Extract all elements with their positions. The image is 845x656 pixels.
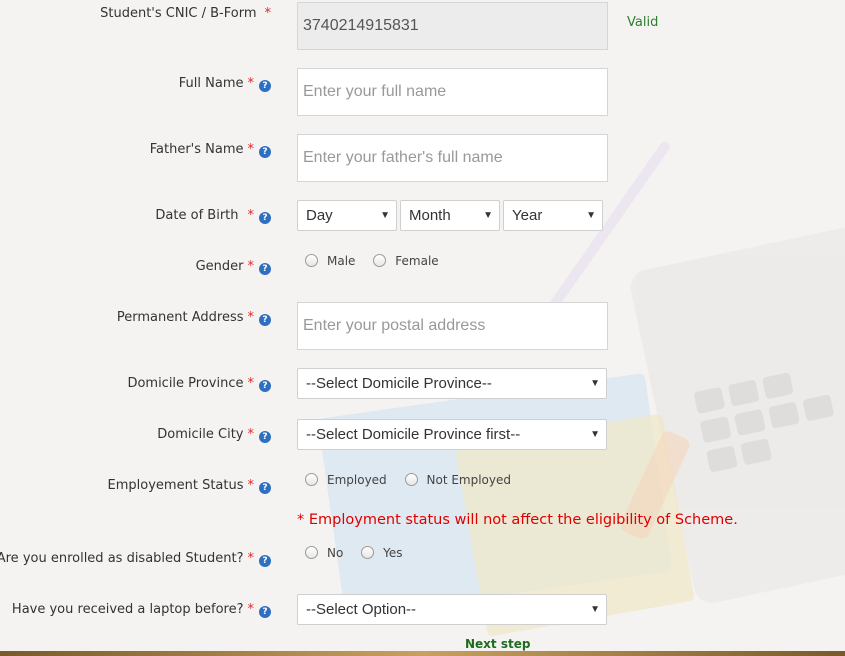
- triangle-down-icon: ▼: [380, 210, 390, 221]
- full-name-label: Full Name *?: [179, 76, 271, 92]
- required-asterisk: *: [247, 310, 255, 325]
- employment-note: * Employment status will not affect the …: [297, 512, 738, 528]
- employment-option-not-employed[interactable]: Not Employed: [404, 473, 511, 487]
- laptop-label: Have you received a laptop before? *?: [12, 602, 271, 618]
- bottom-bar: [0, 651, 845, 656]
- required-asterisk: *: [247, 427, 255, 442]
- radio-button[interactable]: [305, 473, 318, 486]
- triangle-down-icon: ▼: [590, 378, 600, 389]
- disabled-radio-group: No Yes: [305, 546, 417, 560]
- help-icon[interactable]: ?: [259, 606, 271, 618]
- help-icon[interactable]: ?: [259, 555, 271, 567]
- help-icon[interactable]: ?: [259, 482, 271, 494]
- required-asterisk: *: [264, 6, 272, 21]
- domicile-province-select[interactable]: --Select Domicile Province-- ▼: [297, 368, 607, 399]
- required-asterisk: *: [247, 142, 255, 157]
- triangle-down-icon: ▼: [590, 604, 600, 615]
- dob-year-select[interactable]: Year ▼: [503, 200, 603, 231]
- cnic-input[interactable]: 3740214915831: [297, 2, 608, 50]
- laptop-select[interactable]: --Select Option-- ▼: [297, 594, 607, 625]
- domicile-province-label: Domicile Province *?: [127, 376, 271, 392]
- disabled-label: Are you enrolled as disabled Student? *?: [0, 551, 271, 567]
- employment-radio-group: Employed Not Employed: [305, 473, 525, 487]
- radio-button[interactable]: [404, 473, 418, 486]
- background-book-image: [317, 373, 673, 617]
- gender-option-female[interactable]: Female: [373, 254, 439, 268]
- gender-label: Gender *?: [196, 259, 271, 275]
- gender-option-male[interactable]: Male: [305, 254, 355, 268]
- radio-button[interactable]: [361, 546, 375, 559]
- address-input[interactable]: Enter your postal address: [297, 302, 608, 350]
- radio-button[interactable]: [305, 546, 318, 559]
- dob-label: Date of Birth *?: [155, 208, 271, 224]
- radio-button[interactable]: [305, 254, 318, 267]
- required-asterisk: *: [247, 76, 255, 91]
- required-asterisk: *: [247, 376, 255, 391]
- triangle-down-icon: ▼: [483, 210, 493, 221]
- help-icon[interactable]: ?: [259, 80, 271, 92]
- employment-label: Employement Status *?: [108, 478, 271, 494]
- help-icon[interactable]: ?: [259, 431, 271, 443]
- help-icon[interactable]: ?: [259, 146, 271, 158]
- triangle-down-icon: ▼: [586, 210, 596, 221]
- disabled-option-yes[interactable]: Yes: [361, 546, 403, 560]
- domicile-city-select[interactable]: --Select Domicile Province first-- ▼: [297, 419, 607, 450]
- help-icon[interactable]: ?: [259, 263, 271, 275]
- required-asterisk: *: [247, 551, 255, 566]
- help-icon[interactable]: ?: [259, 314, 271, 326]
- cnic-label: Student's CNIC / B-Form *: [100, 6, 271, 21]
- disabled-option-no[interactable]: No: [305, 546, 343, 560]
- employment-option-employed[interactable]: Employed: [305, 473, 387, 487]
- father-name-label: Father's Name *?: [150, 142, 271, 158]
- full-name-input[interactable]: Enter your full name: [297, 68, 608, 116]
- domicile-city-label: Domicile City *?: [157, 427, 271, 443]
- required-asterisk: *: [247, 602, 255, 617]
- radio-button[interactable]: [373, 254, 387, 267]
- dob-day-select[interactable]: Day ▼: [297, 200, 397, 231]
- help-icon[interactable]: ?: [259, 212, 271, 224]
- cnic-valid-status: Valid: [627, 15, 659, 30]
- triangle-down-icon: ▼: [590, 429, 600, 440]
- father-name-input[interactable]: Enter your father's full name: [297, 134, 608, 182]
- required-asterisk: *: [247, 259, 255, 274]
- help-icon[interactable]: ?: [259, 380, 271, 392]
- next-step-button[interactable]: Next step: [465, 637, 530, 651]
- required-asterisk: *: [247, 208, 255, 223]
- gender-radio-group: Male Female: [305, 254, 453, 268]
- address-label: Permanent Address *?: [117, 310, 271, 326]
- background-laptop-image: [627, 223, 845, 607]
- dob-month-select[interactable]: Month ▼: [400, 200, 500, 231]
- required-asterisk: *: [247, 478, 255, 493]
